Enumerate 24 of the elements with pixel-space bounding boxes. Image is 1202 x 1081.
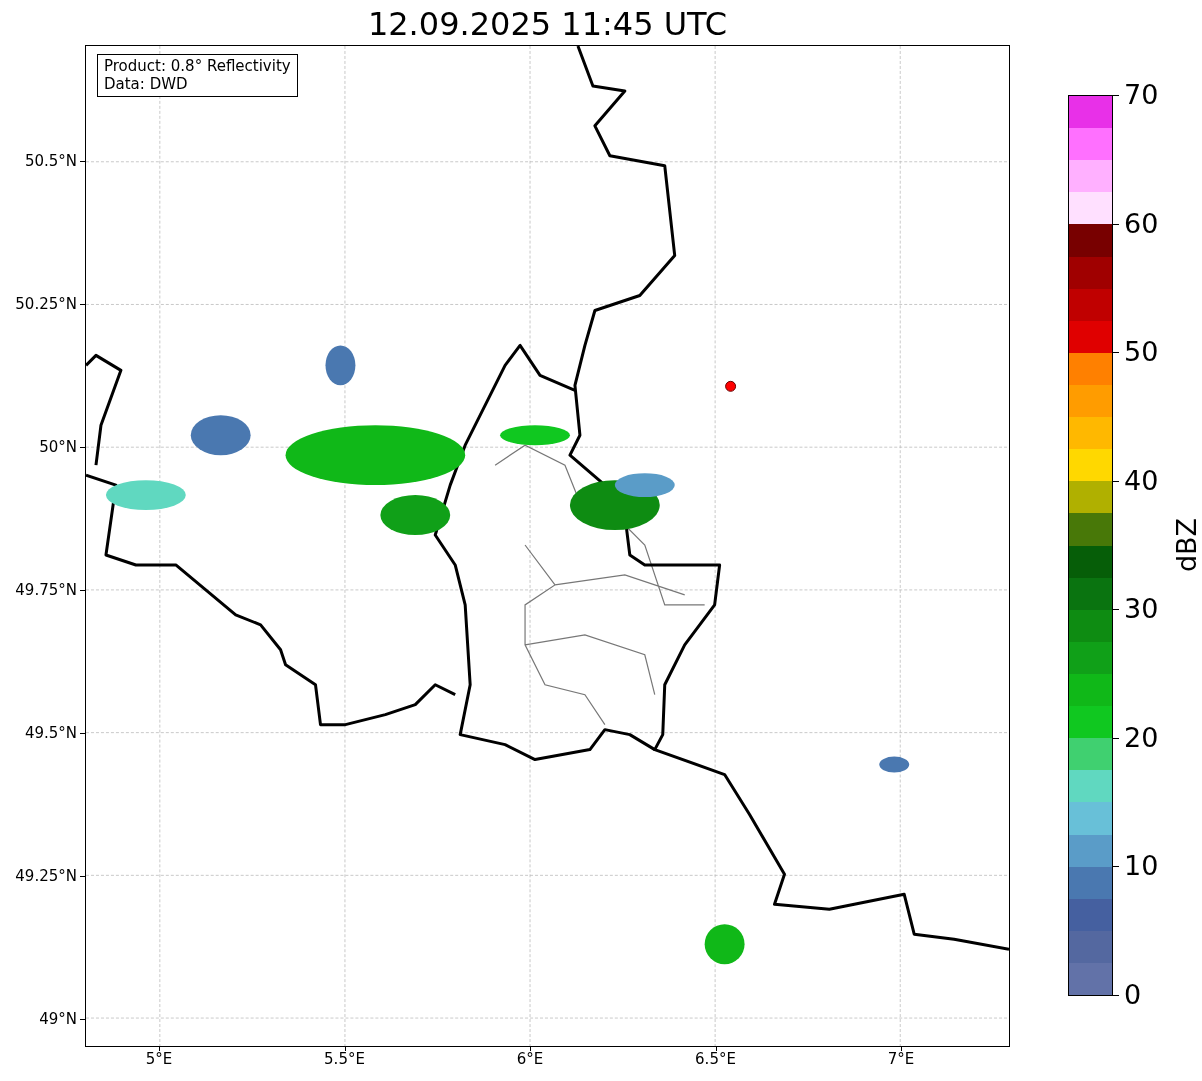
colorbar-tick-label: 40: [1124, 465, 1159, 496]
colorbar-label: dBZ: [1172, 517, 1202, 573]
colorbar-tick-label: 20: [1124, 722, 1159, 753]
axis-tick-label: 49.5°N: [24, 724, 77, 742]
colorbar-tick-label: 70: [1124, 80, 1159, 110]
info-text: Product: 0.8° Reflectivity: [104, 57, 291, 75]
axis-tick-label: 5°E: [145, 1050, 173, 1068]
axis-tick-label: 49.75°N: [15, 581, 77, 599]
colorbar-tick-label: 50: [1124, 337, 1159, 368]
axis-tick-label: 49.25°N: [15, 867, 77, 885]
axis-tick-label: 50°N: [39, 438, 77, 456]
info-text: Data: DWD: [104, 75, 189, 93]
axis-tick-label: 50.25°N: [15, 295, 77, 313]
axis-tick-label: 49°N: [39, 1010, 77, 1028]
colorbar-tick-label: 10: [1124, 851, 1159, 882]
axis-tick-label: 6.5°E: [695, 1050, 736, 1068]
colorbar-tick-label: 30: [1124, 594, 1159, 625]
axis-tick-label: 7°E: [887, 1050, 915, 1068]
axis-tick-label: 5.5°E: [324, 1050, 365, 1068]
axis-tick-label: 50.5°N: [24, 152, 77, 170]
axis-tick-label: 6°E: [516, 1050, 544, 1068]
colorbar-tick-label: 60: [1124, 208, 1159, 239]
colorbar-tick-label: 0: [1124, 980, 1142, 1010]
chart-title: 12.09.2025 11:45 UTC: [366, 4, 729, 45]
